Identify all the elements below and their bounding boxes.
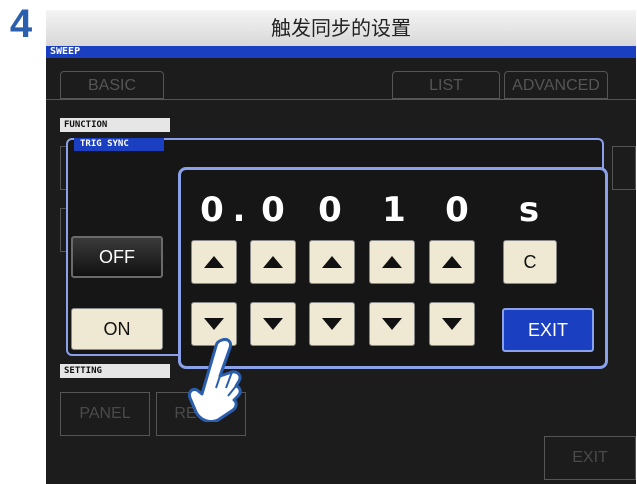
up-triangle-icon: [442, 256, 462, 268]
digit-up-button[interactable]: [369, 240, 415, 284]
value-digit: 1: [382, 190, 406, 230]
value-digit: 0: [261, 190, 285, 230]
digit-down-button[interactable]: [309, 302, 355, 346]
value-unit: s: [518, 190, 540, 230]
panel-button[interactable]: PANEL: [60, 392, 150, 436]
instruction-title: 触发同步的设置: [271, 16, 411, 40]
up-triangle-icon: [204, 256, 224, 268]
dialog-exit-button[interactable]: EXIT: [502, 308, 594, 352]
clear-button[interactable]: C: [503, 240, 557, 284]
step-number: 4: [9, 2, 33, 46]
up-triangle-icon: [263, 256, 283, 268]
pointing-hand-icon: [188, 338, 242, 422]
digit-down-button[interactable]: [369, 302, 415, 346]
device-screen: SWEEP BASIC LIST ADVANCED FUNCTION SETTI…: [46, 46, 636, 484]
mode-bar: SWEEP: [46, 46, 636, 58]
digit-up-button[interactable]: [309, 240, 355, 284]
setting-section-label: SETTING: [60, 364, 170, 378]
up-triangle-icon: [322, 256, 342, 268]
down-triangle-icon: [382, 318, 402, 330]
dialog-title: TRIG SYNC: [74, 138, 164, 151]
tab-list[interactable]: LIST: [392, 71, 500, 99]
down-triangle-icon: [204, 318, 224, 330]
tab-divider: [46, 99, 636, 100]
down-triangle-icon: [442, 318, 462, 330]
up-triangle-icon: [382, 256, 402, 268]
function-section-label: FUNCTION: [60, 118, 170, 132]
value-digit: 0: [318, 190, 342, 230]
value-decimal-point: .: [232, 190, 246, 230]
tab-basic[interactable]: BASIC: [60, 71, 164, 99]
digit-up-button[interactable]: [429, 240, 475, 284]
screen-exit-button[interactable]: EXIT: [544, 436, 636, 480]
tab-advanced[interactable]: ADVANCED: [504, 71, 608, 99]
on-button[interactable]: ON: [71, 308, 163, 350]
instruction-header: 触发同步的设置: [46, 10, 636, 47]
digit-down-button[interactable]: [250, 302, 296, 346]
digit-up-button[interactable]: [250, 240, 296, 284]
digit-down-button[interactable]: [429, 302, 475, 346]
off-button[interactable]: OFF: [71, 236, 163, 278]
digit-up-button[interactable]: [191, 240, 237, 284]
down-triangle-icon: [263, 318, 283, 330]
down-triangle-icon: [322, 318, 342, 330]
hidden-right-button: [612, 146, 636, 190]
value-digit: 0: [445, 190, 469, 230]
